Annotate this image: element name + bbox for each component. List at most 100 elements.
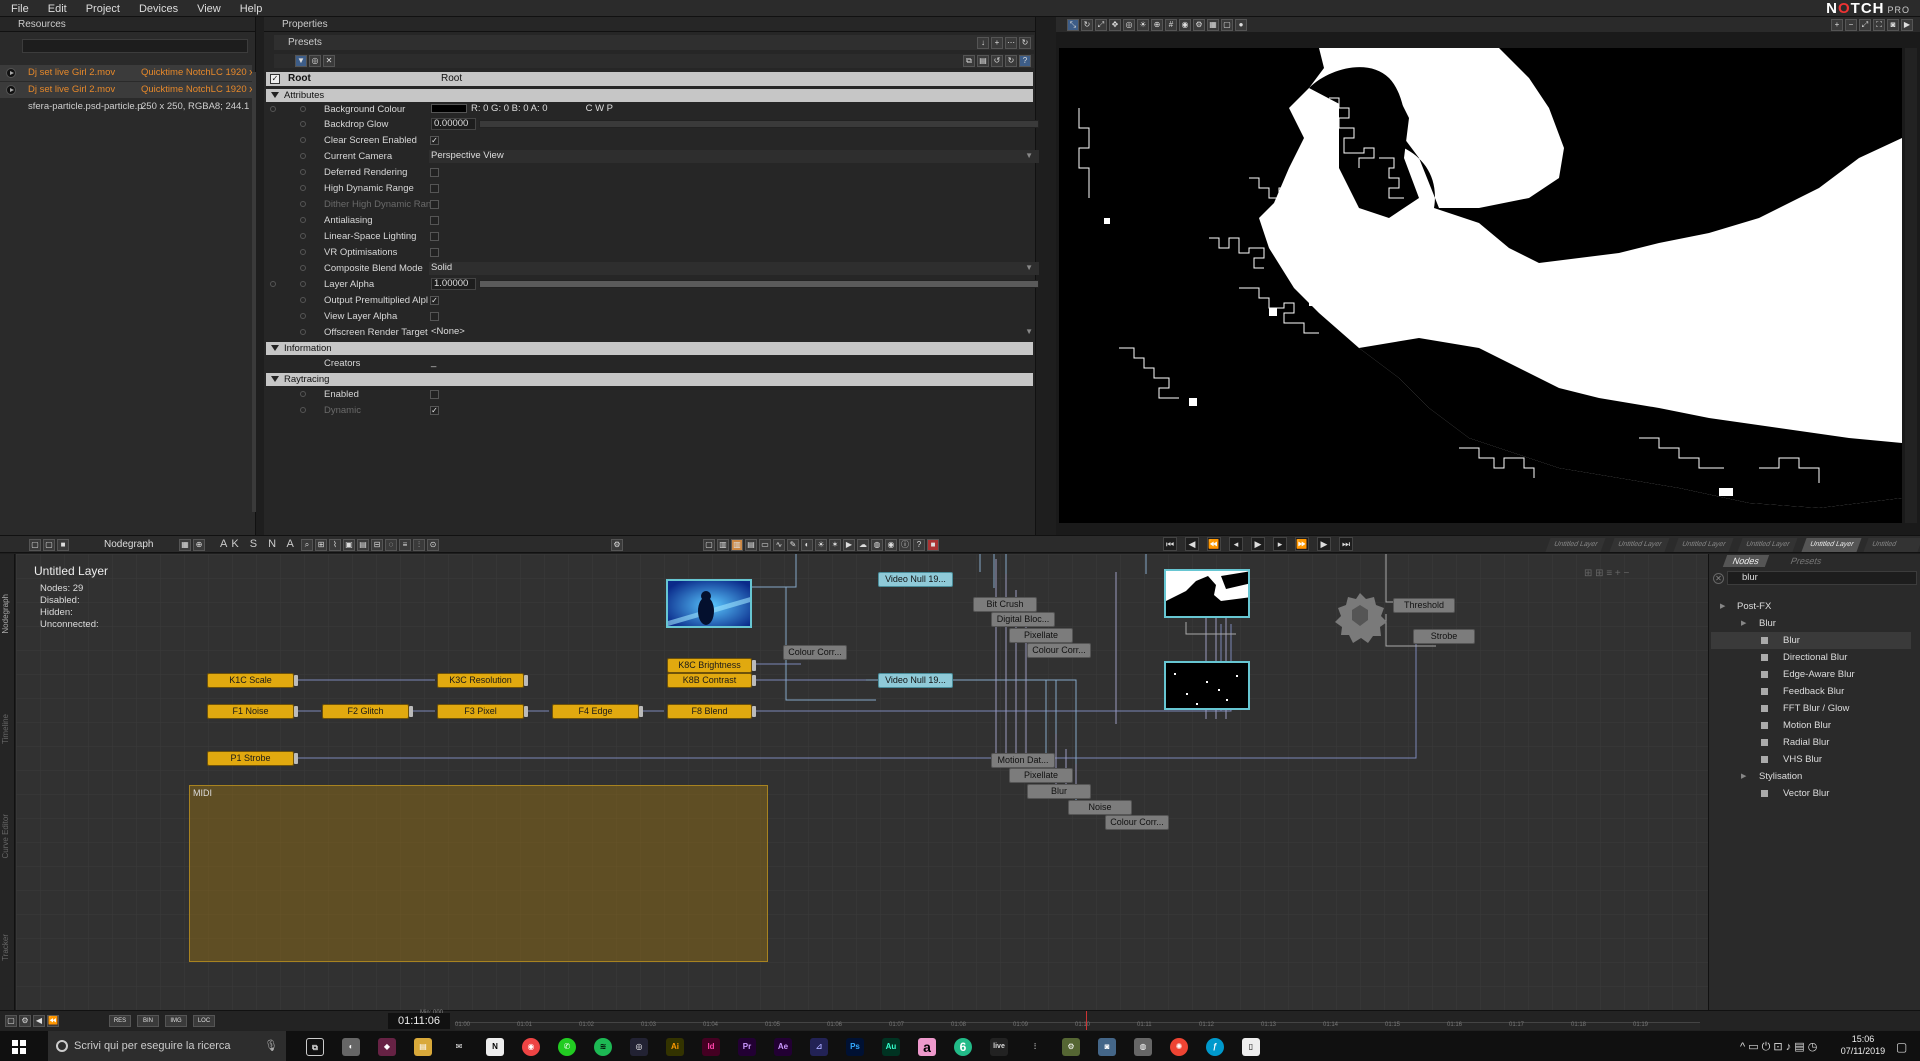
task-view-icon[interactable]: ⧉ bbox=[306, 1038, 324, 1056]
go-start-icon[interactable]: ⏮ bbox=[1163, 537, 1177, 551]
tree-item-post-fx[interactable]: ▶ Post-FX bbox=[1711, 598, 1911, 615]
disc-icon[interactable]: ◉ bbox=[885, 539, 897, 551]
monitor-icon[interactable]: ▭ bbox=[759, 539, 771, 551]
tree-item-edge-aware-blur[interactable]: Edge-Aware Blur bbox=[1711, 666, 1911, 683]
tree-item-vhs-blur[interactable]: VHS Blur bbox=[1711, 751, 1911, 768]
stop-icon[interactable]: ■ bbox=[927, 539, 939, 551]
resource-item[interactable]: Dj set live Girl 2.mov Quicktime NotchLC … bbox=[0, 65, 252, 81]
node-motion-data[interactable]: Motion Dat... bbox=[991, 753, 1055, 768]
illustrator-icon[interactable]: Ai bbox=[666, 1038, 684, 1056]
layer-tab[interactable]: Untitled Layer bbox=[1863, 538, 1920, 562]
arrow-down-icon[interactable]: ↓ bbox=[977, 37, 989, 49]
backdrop-glow-slider[interactable] bbox=[479, 120, 1039, 128]
light-tool-icon[interactable]: ☀ bbox=[1137, 19, 1149, 31]
info2-icon[interactable]: ⓘ bbox=[899, 539, 911, 551]
fit-icon[interactable]: ⤢ bbox=[1859, 19, 1871, 31]
app-icon[interactable]: a bbox=[918, 1038, 936, 1056]
copy-icon[interactable]: ⧉ bbox=[963, 55, 975, 67]
app-icon[interactable]: ◆ bbox=[378, 1038, 396, 1056]
align-icon[interactable]: ≡ bbox=[399, 539, 411, 551]
more-icon[interactable]: ⋯ bbox=[1005, 37, 1017, 49]
prev-key-icon[interactable]: ◀ bbox=[1185, 537, 1199, 551]
media-icon[interactable]: ▶ bbox=[843, 539, 855, 551]
node-threshold[interactable]: Threshold bbox=[1393, 598, 1455, 613]
app-icon[interactable]: ◍ bbox=[1134, 1038, 1152, 1056]
side-tab-curve-editor[interactable]: Curve Editor bbox=[1, 814, 13, 858]
window-icon[interactable]: ▢ bbox=[5, 1015, 17, 1027]
camera-icon[interactable]: ◙ bbox=[1887, 19, 1899, 31]
notch-app-icon[interactable]: ✺ bbox=[1170, 1038, 1188, 1056]
layer-tab[interactable]: Untitled Layer bbox=[1737, 538, 1798, 552]
nodegraph-tab[interactable]: Nodegraph bbox=[104, 539, 153, 550]
taskbar-search-input[interactable]: Scrivi qui per eseguire la ricerca 🎙 bbox=[48, 1031, 286, 1061]
resource-item[interactable]: sfera-particle.psd-particle.p 250 x 250, … bbox=[0, 99, 252, 115]
whatsapp-icon[interactable]: ✆ bbox=[558, 1038, 576, 1056]
node-pixellate-2[interactable]: Pixellate bbox=[1009, 768, 1073, 783]
refresh-icon[interactable]: ↻ bbox=[1019, 37, 1031, 49]
midi-group[interactable]: MIDI bbox=[189, 785, 768, 962]
node-f4-edge[interactable]: F4 Edge bbox=[552, 704, 643, 719]
prop-premultiplied[interactable]: Output Premultiplied Alpl ✓ bbox=[266, 293, 1033, 308]
app-icon[interactable]: ⫶ bbox=[1026, 1038, 1044, 1056]
clear-screen-checkbox[interactable]: ✓ bbox=[430, 136, 439, 145]
prop-layer-alpha[interactable]: Layer Alpha 1.00000 bbox=[266, 277, 1039, 292]
prop-current-camera[interactable]: Current Camera Perspective View ▼ bbox=[266, 149, 1039, 164]
group-icon[interactable]: ▣ bbox=[343, 539, 355, 551]
prop-blend-mode[interactable]: Composite Blend Mode Solid ▼ bbox=[266, 261, 1039, 276]
dock-icon[interactable]: ▢ bbox=[43, 539, 55, 551]
step-forward-icon[interactable]: ▸ bbox=[1273, 537, 1287, 551]
prop-backdrop-glow[interactable]: Backdrop Glow 0.00000 bbox=[266, 117, 1039, 132]
menu-devices[interactable]: Devices bbox=[128, 0, 186, 16]
app-icon[interactable]: ◙ bbox=[1098, 1038, 1116, 1056]
tree-item-feedback-blur[interactable]: Feedback Blur bbox=[1711, 683, 1911, 700]
premiere-icon[interactable]: Pr bbox=[738, 1038, 756, 1056]
help-icon[interactable]: ? bbox=[1019, 55, 1031, 67]
particle-icon[interactable]: ✶ bbox=[829, 539, 841, 551]
tree-item-stylisation[interactable]: ▶ Stylisation bbox=[1711, 768, 1911, 785]
node-p1-strobe[interactable]: P1 Strobe bbox=[207, 751, 298, 766]
prop-deferred[interactable]: Deferred Rendering bbox=[266, 165, 1033, 180]
node-colour-correct-0[interactable]: Colour Corr... bbox=[783, 645, 847, 660]
root-header[interactable]: ✓ Root Root bbox=[266, 72, 1033, 86]
prop-rt-enabled[interactable]: Enabled bbox=[266, 387, 1033, 402]
prop-offscreen[interactable]: Offscreen Render Target <None> ▼ bbox=[266, 325, 1033, 340]
colour-icon[interactable]: ▥ bbox=[731, 539, 743, 551]
settings-icon[interactable]: ⚙ bbox=[1193, 19, 1205, 31]
paste-icon[interactable]: ▤ bbox=[977, 55, 989, 67]
settings-icon[interactable]: ⚙ bbox=[611, 539, 623, 551]
add-icon[interactable]: + bbox=[991, 37, 1003, 49]
play-icon[interactable] bbox=[6, 68, 16, 78]
prop-view-alpha[interactable]: View Layer Alpha bbox=[266, 309, 1033, 324]
zoom-out-icon[interactable]: − bbox=[1845, 19, 1857, 31]
cloud-icon[interactable]: ☁ bbox=[857, 539, 869, 551]
comment-icon[interactable]: ▤ bbox=[357, 539, 369, 551]
node-f8-blend[interactable]: F8 Blend bbox=[667, 704, 756, 719]
settings-icon[interactable]: ⚙ bbox=[19, 1015, 31, 1027]
hide-icon[interactable]: ◌ bbox=[385, 539, 397, 551]
next-key-icon[interactable]: ▶ bbox=[1317, 537, 1331, 551]
search-icon[interactable]: ⌕ bbox=[301, 539, 313, 551]
layer-tab[interactable]: Untitled Layer bbox=[1673, 538, 1734, 552]
node-colour-correct-1[interactable]: Colour Corr... bbox=[1027, 643, 1091, 658]
resources-scrollbar[interactable] bbox=[252, 72, 256, 512]
node-blur[interactable]: Blur bbox=[1027, 784, 1091, 799]
play-icon[interactable]: ▶ bbox=[1251, 537, 1265, 551]
layer-tab[interactable]: Untitled Layer bbox=[1609, 538, 1670, 552]
file-explorer-icon[interactable]: ▤ bbox=[414, 1038, 432, 1056]
tab-presets[interactable]: Presets bbox=[1781, 555, 1832, 567]
gear-icon[interactable] bbox=[1333, 591, 1387, 645]
tree-item-motion-blur[interactable]: Motion Blur bbox=[1711, 717, 1911, 734]
target-icon[interactable]: ◎ bbox=[309, 55, 321, 67]
node-k8c-brightness[interactable]: K8C Brightness bbox=[667, 658, 756, 673]
menu-help[interactable]: Help bbox=[229, 0, 271, 16]
side-tab-timeline[interactable]: Timeline bbox=[1, 714, 13, 744]
node-f3-pixel[interactable]: F3 Pixel bbox=[437, 704, 528, 719]
zoom-icon[interactable]: ⊕ bbox=[193, 539, 205, 551]
prop-hdr[interactable]: High Dynamic Range bbox=[266, 181, 1033, 196]
mail-icon[interactable]: ✉ bbox=[450, 1038, 468, 1056]
brush-icon[interactable]: ✎ bbox=[787, 539, 799, 551]
hierarchy-icon[interactable]: ⊞ bbox=[315, 539, 327, 551]
redo-icon[interactable]: ↻ bbox=[1005, 55, 1017, 67]
spotify-icon[interactable]: ≋ bbox=[594, 1038, 612, 1056]
undo-icon[interactable]: ↺ bbox=[991, 55, 1003, 67]
